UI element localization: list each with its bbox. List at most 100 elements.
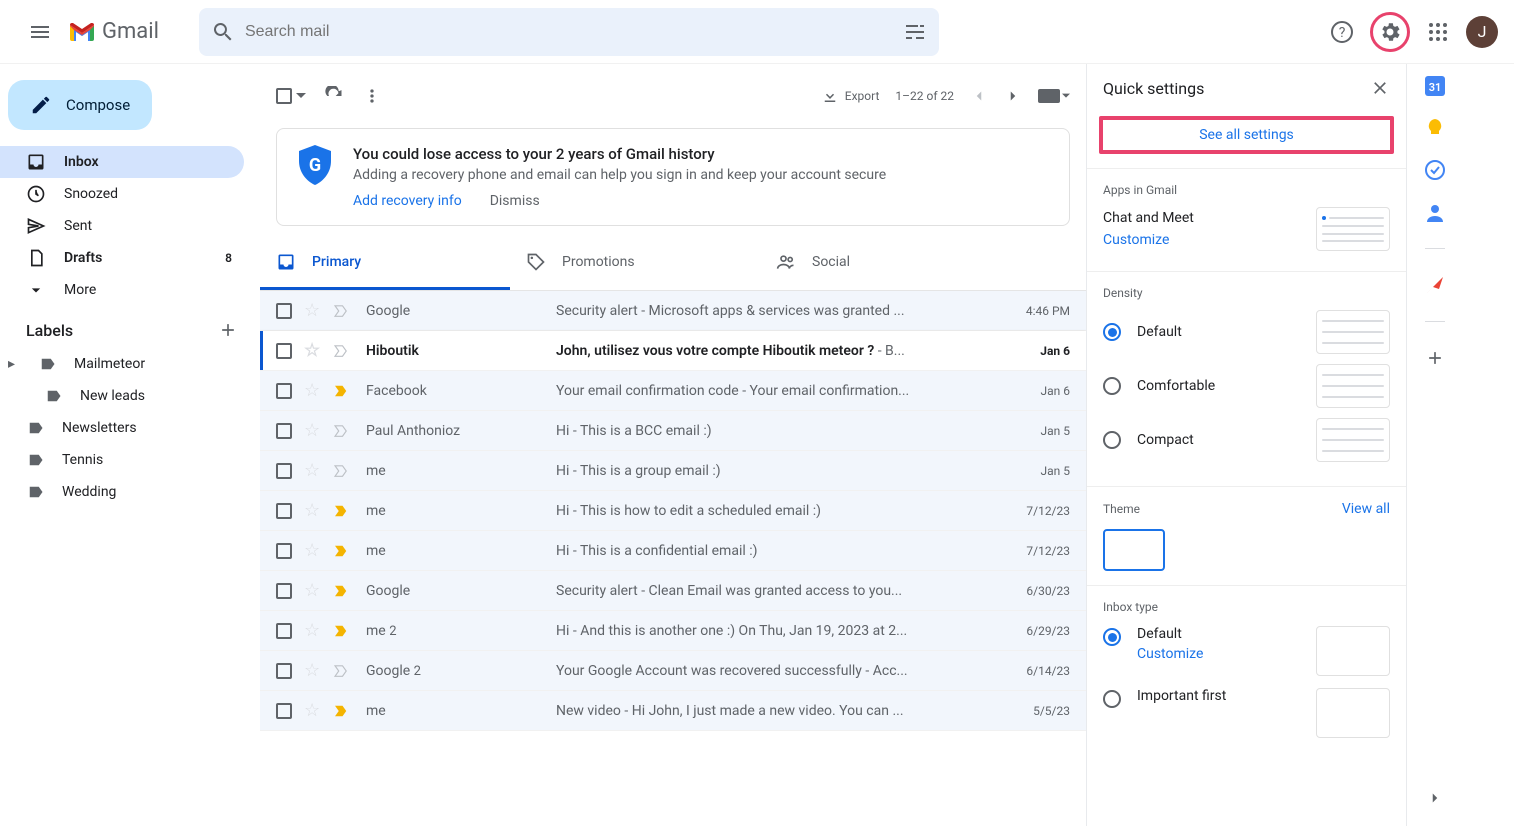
mail-row[interactable]: ☆Paul AnthoniozHi - This is a BCC email … xyxy=(260,411,1086,451)
important-icon[interactable] xyxy=(332,342,350,360)
row-checkbox[interactable] xyxy=(276,663,292,679)
row-checkbox[interactable] xyxy=(276,383,292,399)
radio[interactable] xyxy=(1103,323,1121,341)
radio[interactable] xyxy=(1103,690,1121,708)
inbox-type-important-first[interactable]: Important first xyxy=(1103,688,1390,738)
radio[interactable] xyxy=(1103,431,1121,449)
nav-sent[interactable]: Sent xyxy=(0,210,244,242)
label-tennis[interactable]: Tennis xyxy=(0,444,256,476)
radio[interactable] xyxy=(1103,628,1121,646)
important-icon[interactable] xyxy=(332,502,350,520)
mail-list[interactable]: ☆GoogleSecurity alert - Microsoft apps &… xyxy=(260,291,1086,826)
label-mailmeteor[interactable]: ▸Mailmeteor xyxy=(0,348,256,380)
mail-row[interactable]: ☆meNew video - Hi John, I just made a ne… xyxy=(260,691,1086,731)
row-checkbox[interactable] xyxy=(276,463,292,479)
important-icon[interactable] xyxy=(332,302,350,320)
dismiss-banner-button[interactable]: Dismiss xyxy=(490,193,540,209)
add-label-button[interactable] xyxy=(218,320,238,340)
tasks-icon[interactable] xyxy=(1425,160,1445,180)
input-tools-button[interactable] xyxy=(1038,89,1070,103)
important-icon[interactable] xyxy=(332,582,350,600)
see-all-settings-button[interactable]: See all settings xyxy=(1099,116,1394,154)
nav-inbox[interactable]: Inbox xyxy=(0,146,244,178)
mail-row[interactable]: ☆GoogleSecurity alert - Clean Email was … xyxy=(260,571,1086,611)
export-button[interactable]: Export xyxy=(821,87,880,105)
support-icon[interactable]: ? xyxy=(1322,12,1362,52)
row-checkbox[interactable] xyxy=(276,303,292,319)
more-button[interactable] xyxy=(362,86,382,106)
calendar-icon[interactable]: 31 xyxy=(1425,76,1445,96)
star-icon[interactable]: ☆ xyxy=(304,340,320,361)
star-icon[interactable]: ☆ xyxy=(304,620,320,641)
settings-gear-icon[interactable] xyxy=(1370,12,1410,52)
star-icon[interactable]: ☆ xyxy=(304,660,320,681)
contacts-icon[interactable] xyxy=(1425,202,1445,222)
mail-row[interactable]: ☆Google 2Your Google Account was recover… xyxy=(260,651,1086,691)
star-icon[interactable]: ☆ xyxy=(304,700,320,721)
density-default[interactable]: Default xyxy=(1103,310,1390,354)
important-icon[interactable] xyxy=(332,422,350,440)
important-icon[interactable] xyxy=(332,662,350,680)
refresh-button[interactable] xyxy=(324,86,344,106)
select-all-checkbox[interactable] xyxy=(276,88,306,104)
row-checkbox[interactable] xyxy=(276,423,292,439)
tab-promotions[interactable]: Promotions xyxy=(510,234,760,290)
inbox-type-default[interactable]: DefaultCustomize xyxy=(1103,626,1390,676)
density-comfortable[interactable]: Comfortable xyxy=(1103,364,1390,408)
tune-icon[interactable] xyxy=(903,20,927,44)
account-avatar[interactable]: J xyxy=(1466,16,1498,48)
collapse-rail-icon[interactable] xyxy=(1425,794,1445,814)
row-checkbox[interactable] xyxy=(276,543,292,559)
theme-thumbnail[interactable] xyxy=(1103,529,1165,571)
important-icon[interactable] xyxy=(332,622,350,640)
dropdown-caret-icon[interactable] xyxy=(296,91,306,101)
star-icon[interactable]: ☆ xyxy=(304,380,320,401)
star-icon[interactable]: ☆ xyxy=(304,300,320,321)
star-icon[interactable]: ☆ xyxy=(304,420,320,441)
nav-snoozed[interactable]: Snoozed xyxy=(0,178,244,210)
row-checkbox[interactable] xyxy=(276,623,292,639)
tab-social[interactable]: Social xyxy=(760,234,1010,290)
add-recovery-link[interactable]: Add recovery info xyxy=(353,193,462,209)
label-wedding[interactable]: Wedding xyxy=(0,476,256,508)
view-all-themes-link[interactable]: View all xyxy=(1342,501,1390,517)
mail-row[interactable]: ☆FacebookYour email confirmation code - … xyxy=(260,371,1086,411)
next-page-button[interactable] xyxy=(1004,87,1022,105)
search-bar[interactable] xyxy=(199,8,939,56)
star-icon[interactable]: ☆ xyxy=(304,500,320,521)
row-checkbox[interactable] xyxy=(276,343,292,359)
gmail-logo[interactable]: Gmail xyxy=(68,19,159,44)
caret-icon[interactable]: ▸ xyxy=(8,356,20,372)
row-checkbox[interactable] xyxy=(276,703,292,719)
nav-drafts[interactable]: Drafts8 xyxy=(0,242,244,274)
close-settings-button[interactable] xyxy=(1370,78,1390,98)
tab-primary[interactable]: Primary xyxy=(260,234,510,290)
mail-row[interactable]: ☆me 2Hi - And this is another one :) On … xyxy=(260,611,1086,651)
customize-inbox-link[interactable]: Customize xyxy=(1137,646,1203,662)
get-addons-icon[interactable] xyxy=(1425,348,1445,368)
star-icon[interactable]: ☆ xyxy=(304,460,320,481)
mailmeteor-icon[interactable] xyxy=(1425,275,1445,295)
keep-icon[interactable] xyxy=(1425,118,1445,138)
nav-more[interactable]: More xyxy=(0,274,244,306)
important-icon[interactable] xyxy=(332,702,350,720)
star-icon[interactable]: ☆ xyxy=(304,540,320,561)
row-checkbox[interactable] xyxy=(276,503,292,519)
menu-icon[interactable] xyxy=(16,8,64,56)
important-icon[interactable] xyxy=(332,462,350,480)
star-icon[interactable]: ☆ xyxy=(304,580,320,601)
mail-row[interactable]: ☆meHi - This is how to edit a scheduled … xyxy=(260,491,1086,531)
mail-row[interactable]: ☆GoogleSecurity alert - Microsoft apps &… xyxy=(260,291,1086,331)
mail-row[interactable]: ☆HiboutikJohn, utilisez vous votre compt… xyxy=(260,331,1086,371)
customize-chat-link[interactable]: Customize xyxy=(1103,232,1194,248)
search-input[interactable] xyxy=(245,23,903,41)
mail-row[interactable]: ☆meHi - This is a group email :)Jan 5 xyxy=(260,451,1086,491)
density-compact[interactable]: Compact xyxy=(1103,418,1390,462)
important-icon[interactable] xyxy=(332,542,350,560)
label-newsletters[interactable]: Newsletters xyxy=(0,412,256,444)
important-icon[interactable] xyxy=(332,382,350,400)
compose-button[interactable]: Compose xyxy=(8,80,152,130)
prev-page-button[interactable] xyxy=(970,87,988,105)
apps-grid-icon[interactable] xyxy=(1418,12,1458,52)
radio[interactable] xyxy=(1103,377,1121,395)
